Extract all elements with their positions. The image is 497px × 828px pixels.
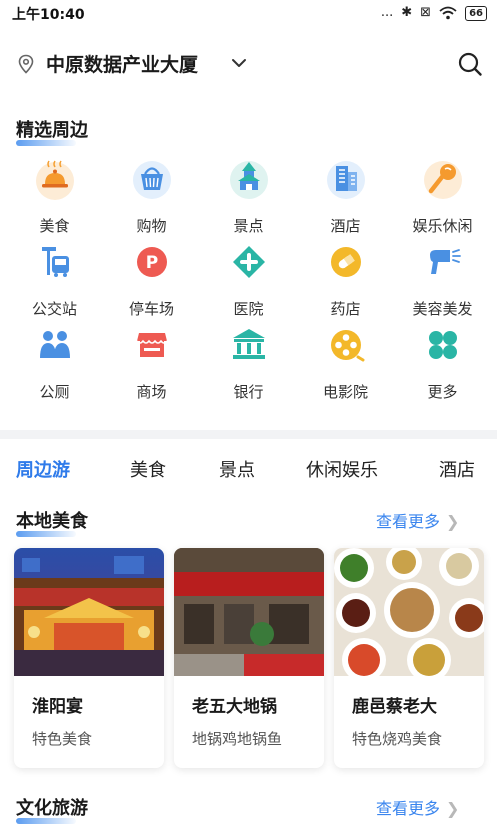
battery-indicator: 66	[465, 5, 487, 21]
sim-icon: ⊠	[420, 5, 432, 20]
category-label: 公交站	[31, 300, 77, 318]
category-toilet[interactable]: 公厕	[6, 324, 103, 407]
category-bank[interactable]: 银行	[200, 324, 297, 407]
restaurant-photo	[14, 548, 164, 676]
category-more[interactable]: 更多	[394, 324, 491, 407]
category-grid: 美食 购物 景点 酒店 娱乐休闲 公交站 P 停车场 医院 药店 美容美发 公厕…	[6, 158, 492, 407]
bus-stop-icon	[42, 247, 69, 277]
restaurant-photo	[174, 548, 324, 676]
category-label: 药店	[330, 300, 361, 318]
search-icon[interactable]	[456, 50, 484, 78]
category-label: 更多	[427, 383, 458, 401]
location-name[interactable]: 中原数据产业大厦	[46, 50, 198, 77]
svg-text:P: P	[146, 253, 158, 273]
food-card[interactable]: 淮阳宴 特色美食	[14, 548, 164, 768]
category-label: 医院	[233, 300, 264, 318]
cinema-icon	[331, 330, 365, 362]
culture-more-link[interactable]: 查看更多 ❯	[376, 795, 459, 819]
shopping-icon	[133, 161, 171, 199]
category-row-2: 公交站 P 停车场 医院 药店 美容美发	[6, 241, 492, 324]
culture-title: 文化旅游	[16, 794, 88, 824]
bank-icon	[233, 329, 265, 359]
location-pin-icon	[18, 54, 34, 74]
pharmacy-icon	[331, 247, 361, 277]
parking-icon: P	[137, 247, 167, 277]
category-cinema[interactable]: 电影院	[297, 324, 394, 407]
status-time: 上午10:40	[12, 7, 85, 23]
category-hospital[interactable]: 医院	[200, 241, 297, 324]
dishes-photo	[334, 548, 484, 676]
local-food-title: 本地美食	[16, 507, 88, 537]
category-pharmacy[interactable]: 药店	[297, 241, 394, 324]
category-label: 银行	[233, 383, 264, 401]
category-label: 停车场	[128, 300, 174, 318]
category-entertainment[interactable]: 娱乐休闲	[394, 158, 491, 241]
tab-nearby-tour[interactable]: 周边游	[16, 456, 70, 482]
category-label: 美容美发	[412, 300, 473, 318]
more-icon	[429, 331, 457, 359]
hospital-icon	[233, 246, 265, 278]
card-desc: 地锅鸡地锅鱼	[192, 730, 283, 748]
food-cards: 淮阳宴 特色美食 老五大地锅 地锅鸡地锅鱼 鹿邑蔡老大 特色烧鸡美食	[14, 548, 484, 770]
status-icons: ... ✱ ⊠ 66	[381, 5, 487, 21]
signal-dots-icon: ...	[380, 5, 394, 20]
attraction-icon	[230, 161, 268, 199]
food-card[interactable]: 老五大地锅 地锅鸡地锅鱼	[174, 548, 324, 768]
category-row-3: 公厕 商场 银行 电影院 更多	[6, 324, 492, 407]
category-bus-stop[interactable]: 公交站	[6, 241, 103, 324]
category-label: 商场	[136, 383, 167, 401]
featured-section-title: 精选周边	[16, 116, 88, 146]
category-beauty[interactable]: 美容美发	[394, 241, 491, 324]
card-desc: 特色烧鸡美食	[352, 730, 443, 748]
card-title: 淮阳宴	[32, 697, 83, 717]
mall-icon	[136, 333, 168, 357]
tab-food[interactable]: 美食	[130, 456, 166, 482]
category-label: 购物	[136, 217, 167, 235]
category-hotel[interactable]: 酒店	[297, 158, 394, 241]
tab-leisure[interactable]: 休闲娱乐	[306, 456, 378, 482]
section-divider	[0, 430, 497, 439]
category-mall[interactable]: 商场	[103, 324, 200, 407]
tab-attractions[interactable]: 景点	[219, 456, 255, 482]
category-row-1: 美食 购物 景点 酒店 娱乐休闲	[6, 158, 492, 241]
location-bar: 中原数据产业大厦	[0, 44, 497, 84]
local-food-more-link[interactable]: 查看更多 ❯	[376, 508, 459, 532]
tab-hotels[interactable]: 酒店	[439, 456, 475, 482]
category-shopping[interactable]: 购物	[103, 158, 200, 241]
category-label: 公厕	[39, 383, 70, 401]
food-card[interactable]: 鹿邑蔡老大 特色烧鸡美食	[334, 548, 484, 768]
category-label: 酒店	[330, 217, 361, 235]
chevron-down-icon[interactable]	[230, 54, 248, 72]
card-title: 老五大地锅	[192, 697, 277, 717]
food-icon	[36, 160, 74, 200]
category-label: 美食	[39, 217, 70, 235]
card-desc: 特色美食	[32, 730, 93, 748]
category-attraction[interactable]: 景点	[200, 158, 297, 241]
category-food[interactable]: 美食	[6, 158, 103, 241]
category-label: 娱乐休闲	[412, 217, 473, 235]
card-title: 鹿邑蔡老大	[352, 697, 437, 717]
category-parking[interactable]: P 停车场	[103, 241, 200, 324]
chevron-right-icon: ❯	[446, 799, 460, 818]
entertainment-icon	[424, 161, 462, 199]
beauty-icon	[430, 249, 461, 274]
toilet-icon	[40, 331, 70, 358]
hotel-icon	[327, 161, 365, 199]
category-tabs: 周边游 美食 景点 休闲娱乐 酒店	[0, 452, 497, 488]
chevron-right-icon: ❯	[446, 512, 460, 531]
bluetooth-icon: ✱	[401, 5, 413, 20]
status-bar: 上午10:40 ... ✱ ⊠ 66	[0, 0, 497, 30]
category-label: 景点	[233, 217, 264, 235]
wifi-icon	[439, 6, 457, 20]
category-label: 电影院	[322, 383, 368, 401]
